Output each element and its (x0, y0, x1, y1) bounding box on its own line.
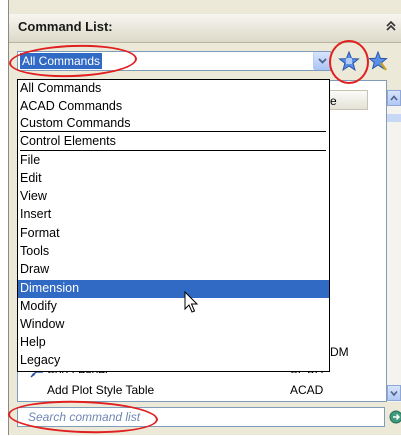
dropdown-item-window[interactable]: Window (18, 316, 329, 334)
dropdown-item-help[interactable]: Help (18, 334, 329, 352)
dropdown-separator (20, 131, 326, 132)
dropdown-item-modify[interactable]: Modify (18, 298, 329, 316)
star-pin-icon (368, 50, 388, 71)
panel-title: Command List: (18, 19, 113, 34)
dropdown-item-dimension[interactable]: Dimension (18, 280, 329, 298)
dropdown-item-acad-commands[interactable]: ACAD Commands (18, 98, 329, 116)
dropdown-item-all-commands[interactable]: All Commands (18, 80, 329, 98)
source-column-header-label: e (330, 94, 337, 108)
dropdown-item-view[interactable]: View (18, 188, 329, 206)
annotation-ring-star (329, 40, 369, 84)
dropdown-item-insert[interactable]: Insert (18, 206, 329, 224)
find-toolbar-button[interactable] (367, 49, 389, 73)
scroll-up-button[interactable] (387, 90, 401, 106)
list-row-source-partial: DM (330, 345, 349, 359)
scroll-thumb[interactable] (387, 114, 401, 122)
list-scrollbar[interactable] (387, 90, 401, 402)
search-go-icon[interactable] (389, 409, 401, 425)
dropdown-item-control-elements[interactable]: Control Elements (18, 133, 329, 151)
dropdown-item-format[interactable]: Format (18, 225, 329, 243)
dropdown-item-draw[interactable]: Draw (18, 261, 329, 279)
list-row-name[interactable]: Add Plot Style Table (47, 383, 154, 397)
scroll-down-button[interactable] (387, 385, 401, 401)
dropdown-separator (20, 150, 326, 151)
mouse-cursor-icon (184, 291, 199, 313)
dropdown-item-legacy[interactable]: Legacy (18, 352, 329, 370)
dropdown-item-file[interactable]: File (18, 152, 329, 170)
list-row-source: ACAD (290, 383, 324, 397)
dropdown-item-edit[interactable]: Edit (18, 170, 329, 188)
double-chevron-up-icon[interactable] (384, 18, 398, 34)
dropdown-item-tools[interactable]: Tools (18, 243, 329, 261)
